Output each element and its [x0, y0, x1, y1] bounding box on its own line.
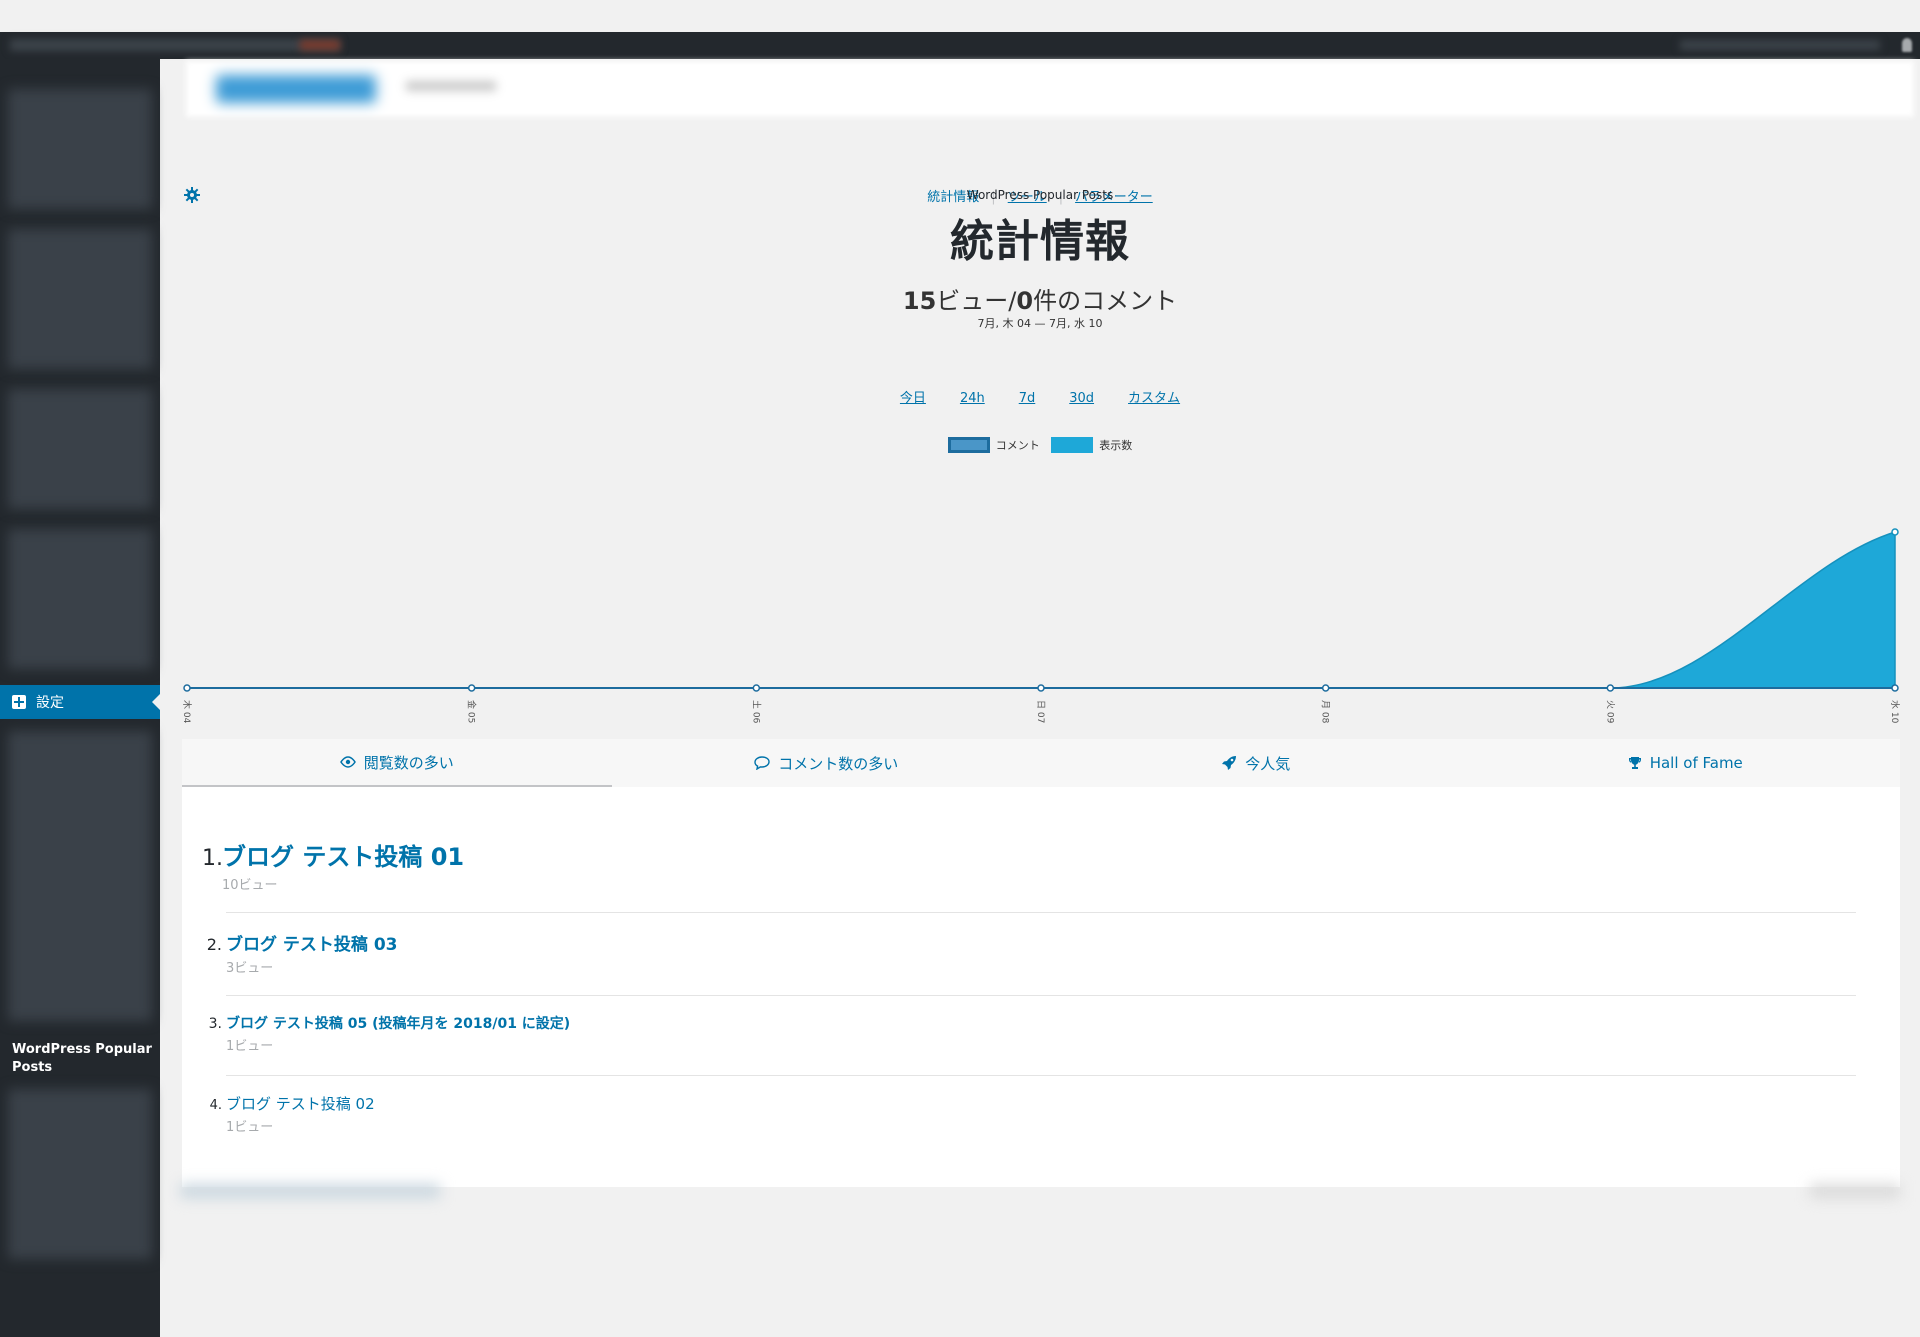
legend-label-views: 表示数: [1099, 439, 1133, 452]
range-7d[interactable]: 7d: [1019, 391, 1036, 406]
stats-chart: 木 04 金 05 土 06 日 07 月 08 火 09 水 10: [181, 528, 1901, 724]
trophy-icon: [1628, 757, 1641, 769]
tab-most-viewed[interactable]: 閲覧数の多い: [182, 739, 612, 787]
list-item: 2. ブログ テスト投稿 03 3ビュー: [202, 930, 1872, 976]
tab-trending[interactable]: 今人気: [1041, 739, 1471, 787]
legend-item-comments[interactable]: コメント: [947, 437, 1040, 453]
sidebar-menu-blurred: [8, 89, 152, 209]
post-rank: 4.: [209, 1098, 222, 1113]
views-count: 15: [902, 287, 937, 315]
x-tick-label: 金 05: [466, 700, 478, 723]
list-item: 3. ブログ テスト投稿 05 (投稿年月を 2018/01 に設定) 1ビュー: [202, 1013, 1872, 1054]
sidebar-menu-blurred: [8, 389, 152, 509]
comments-point[interactable]: [1037, 684, 1045, 692]
comments-unit: 件のコメント: [1033, 287, 1178, 315]
legend-swatch-comments: [947, 437, 990, 453]
post-title-link[interactable]: ブログ テスト投稿 01: [222, 837, 464, 872]
page-title: 統計情報: [950, 216, 1130, 267]
main-content: 統計情報 | ツール | パラメーター WordPress Popular Posts …: [160, 59, 1920, 1337]
range-custom[interactable]: カスタム: [1128, 391, 1180, 406]
x-tick-label: 月 08: [1320, 700, 1331, 724]
footer-right-blurred: [1810, 1184, 1900, 1198]
row-divider: [226, 912, 1856, 913]
post-rank: 2.: [206, 935, 222, 954]
list-item: 4. ブログ テスト投稿 02 1ビュー: [202, 1093, 1872, 1135]
x-tick-label: 水 10: [1889, 700, 1901, 724]
comments-point[interactable]: [183, 684, 191, 692]
post-tabs: 閲覧数の多い コメント数の多い 今人気 Hall of Fame: [182, 739, 1900, 787]
sidebar-item-label: 設定: [36, 695, 64, 711]
sidebar-item-settings[interactable]: 設定: [0, 685, 160, 719]
range-today[interactable]: 今日: [900, 391, 926, 406]
post-title-link[interactable]: ブログ テスト投稿 02: [226, 1093, 375, 1114]
comment-icon: [754, 756, 770, 770]
eye-icon: [339, 756, 356, 768]
range-24h[interactable]: 24h: [960, 391, 985, 406]
tab-label: コメント数の多い: [778, 754, 899, 773]
time-range-selector: 今日 24h 7d 30d カスタム: [160, 387, 1920, 406]
admin-bar-right-blurred: [1680, 40, 1880, 50]
views-point[interactable]: [1891, 528, 1899, 536]
user-icon[interactable]: [1902, 38, 1912, 52]
post-title-link[interactable]: ブログ テスト投稿 03: [226, 930, 398, 955]
popular-posts-list: 1. ブログ テスト投稿 01 10ビュー 2. ブログ テスト投稿 03 3ビ…: [182, 787, 1900, 1187]
comments-point[interactable]: [467, 684, 476, 692]
footer-left-blurred: [180, 1184, 440, 1198]
settings-menu-icon: [12, 695, 26, 709]
comments-point[interactable]: [752, 684, 761, 692]
x-tick-label: 日 07: [1035, 700, 1046, 723]
x-tick-label: 土 06: [750, 700, 762, 724]
notice-button-blurred: [216, 75, 376, 103]
post-views: 10ビュー: [222, 878, 278, 893]
legend-item-views[interactable]: 表示数: [1051, 437, 1132, 453]
post-views: 3ビュー: [226, 961, 274, 976]
tab-label: 今人気: [1245, 754, 1291, 773]
post-title-link[interactable]: ブログ テスト投稿 05 (投稿年月を 2018/01 に設定): [226, 1013, 570, 1033]
admin-bar-notification-blurred: [300, 40, 340, 50]
admin-sidebar: 設定 WordPress Popular Posts: [0, 59, 160, 1337]
plugin-name: WordPress Popular Posts: [966, 188, 1114, 202]
post-views: 1ビュー: [226, 1039, 274, 1054]
chart-legend: コメント 表示数: [160, 437, 1920, 456]
x-tick-label: 火 09: [1604, 700, 1615, 724]
tab-hall-of-fame[interactable]: Hall of Fame: [1471, 739, 1901, 787]
sidebar-menu-blurred: [8, 529, 152, 669]
admin-bar-left-blurred: [10, 39, 340, 51]
legend-label-comments: コメント: [995, 439, 1040, 452]
tab-label: Hall of Fame: [1649, 754, 1743, 772]
sidebar-submenu-blurred: [8, 731, 152, 1021]
comments-point[interactable]: [1321, 684, 1330, 692]
series-views-area: [187, 530, 1896, 689]
sidebar-menu-blurred: [8, 229, 152, 369]
row-divider: [226, 995, 1856, 996]
range-30d[interactable]: 30d: [1069, 391, 1094, 406]
admin-bar: [0, 32, 1920, 59]
list-item: 1. ブログ テスト投稿 01 10ビュー: [202, 837, 1872, 893]
comments-point[interactable]: [1891, 684, 1899, 692]
x-tick-label: 木 04: [181, 700, 193, 724]
date-range: 7月, 木 04 — 7月, 水 10: [977, 317, 1103, 330]
notice-text-blurred: [406, 81, 496, 91]
browser-top-strip: [0, 0, 1920, 32]
sidebar-item-wpp[interactable]: WordPress Popular Posts: [12, 1041, 152, 1077]
tab-most-commented[interactable]: コメント数の多い: [612, 739, 1042, 787]
comments-count: 0: [1016, 287, 1034, 315]
post-rank: 3.: [208, 1016, 222, 1032]
post-views: 1ビュー: [226, 1120, 274, 1135]
active-arrow: [152, 694, 160, 710]
legend-swatch-views: [1051, 437, 1094, 453]
notice-banner-blurred: [186, 61, 1914, 117]
comments-point[interactable]: [1606, 684, 1615, 692]
rocket-icon: [1222, 756, 1237, 770]
sidebar-submenu-blurred: [8, 1089, 152, 1259]
views-unit: ビュー: [936, 287, 1009, 315]
post-rank: 1.: [202, 846, 223, 871]
tab-label: 閲覧数の多い: [363, 753, 454, 772]
row-divider: [226, 1075, 1856, 1076]
stats-summary: 15ビュー/0件のコメント: [160, 281, 1920, 316]
